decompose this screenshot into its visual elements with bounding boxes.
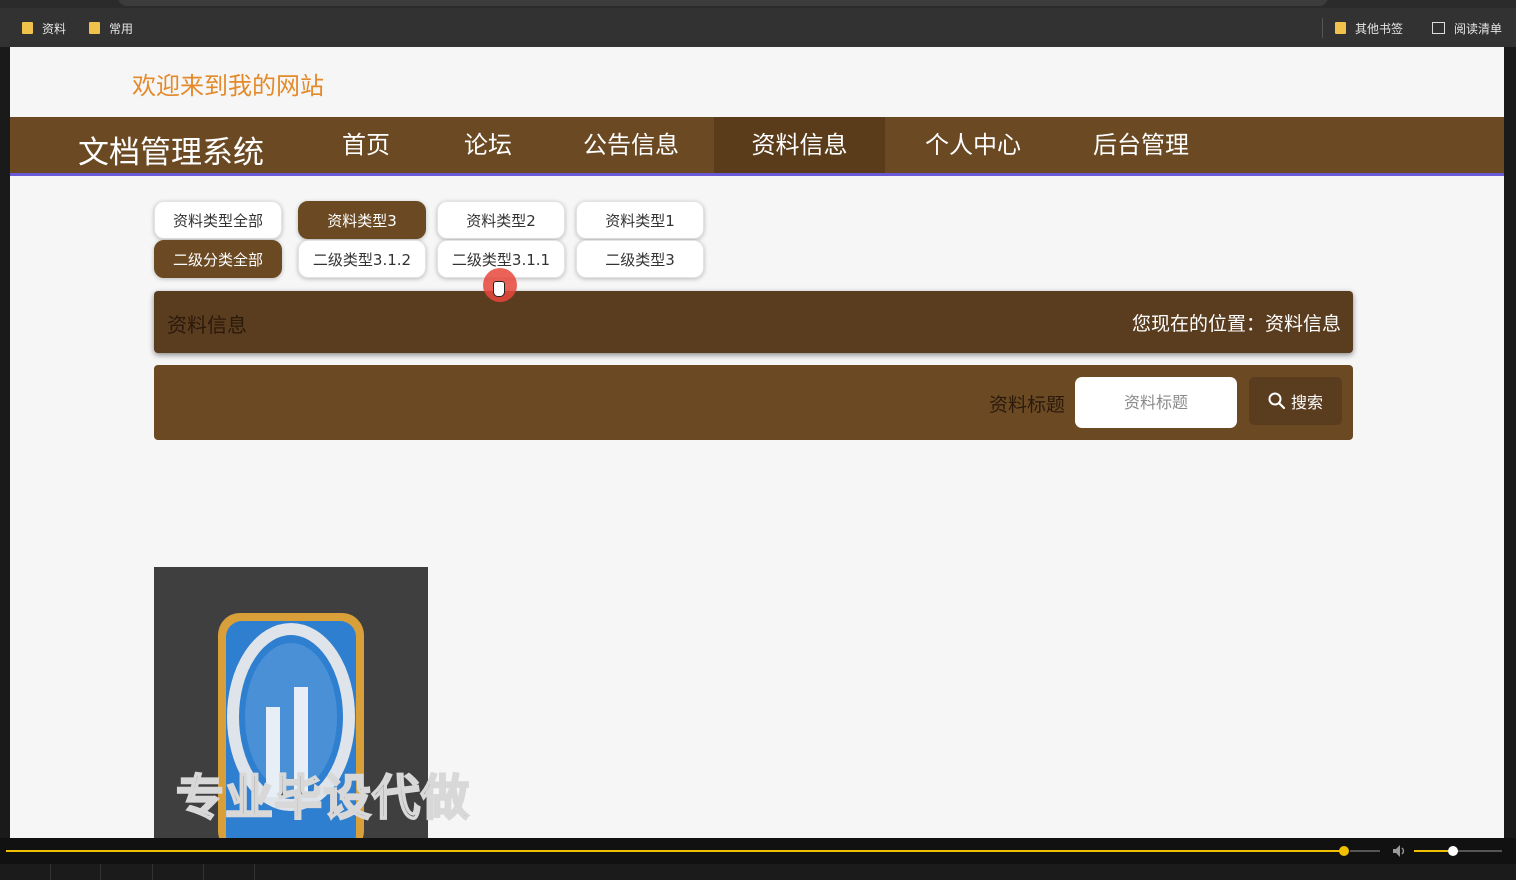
search-icon: [1268, 392, 1286, 410]
hand-cursor-icon: [493, 281, 505, 297]
progress-handle[interactable]: [1339, 846, 1349, 856]
bookmark-other[interactable]: 其他书签: [1335, 19, 1403, 37]
subtype-tag-3[interactable]: 二级类型3: [576, 240, 704, 278]
folder-icon: [22, 22, 33, 34]
bookmark-ziliao[interactable]: 资料: [22, 19, 66, 37]
bookmark-label: 阅读清单: [1454, 21, 1503, 36]
main-nav: 文档管理系统 首页 论坛 公告信息 资料信息 个人中心 后台管理: [10, 117, 1504, 176]
volume-handle[interactable]: [1448, 846, 1458, 856]
bookmark-bar: 资料 常用 其他书签 阅读清单: [0, 8, 1516, 47]
strip-divider: [254, 864, 255, 880]
nav-home[interactable]: 首页: [318, 117, 414, 173]
type-tag-1[interactable]: 资料类型1: [576, 201, 704, 239]
bookmark-label: 常用: [109, 21, 134, 36]
strip-divider: [203, 864, 204, 880]
type-tag-3[interactable]: 资料类型3: [298, 201, 426, 239]
search-panel: 资料标题 搜索: [154, 365, 1353, 440]
subtype-tag-all[interactable]: 二级分类全部: [154, 240, 282, 278]
search-button-label: 搜索: [1290, 393, 1323, 412]
nav-notices[interactable]: 公告信息: [558, 117, 704, 173]
type-tag-all[interactable]: 资料类型全部: [154, 201, 282, 239]
progress-bar[interactable]: [6, 850, 1344, 852]
strip-divider: [50, 864, 51, 880]
bookmark-divider: [1322, 18, 1323, 38]
nav-forum[interactable]: 论坛: [440, 117, 536, 173]
reading-list[interactable]: 阅读清单: [1432, 19, 1502, 37]
reading-list-icon: [1432, 22, 1445, 34]
section-header: 资料信息 您现在的位置：资料信息: [154, 291, 1353, 353]
watermark-text: 专业毕设代做: [175, 769, 471, 827]
address-bar[interactable]: [118, 0, 1328, 6]
bookmark-changyong[interactable]: 常用: [89, 19, 133, 37]
volume-icon[interactable]: [1392, 844, 1408, 858]
browser-titlebar: [0, 0, 1516, 8]
subtype-tag-312[interactable]: 二级类型3.1.2: [298, 240, 426, 278]
search-input[interactable]: [1075, 377, 1237, 428]
taskbar-strip: [0, 864, 1516, 880]
search-button[interactable]: 搜索: [1249, 377, 1342, 425]
nav-profile[interactable]: 个人中心: [900, 117, 1046, 173]
bookmark-label: 其他书签: [1355, 21, 1404, 36]
volume-slider-rest[interactable]: [1456, 850, 1502, 852]
progress-remaining[interactable]: [1350, 850, 1380, 852]
folder-icon: [1335, 22, 1346, 34]
video-player-controls: [0, 838, 1516, 880]
section-title: 资料信息: [167, 313, 247, 337]
strip-divider: [100, 864, 101, 880]
nav-materials[interactable]: 资料信息: [714, 117, 885, 173]
folder-icon: [89, 22, 100, 34]
welcome-text: 欢迎来到我的网站: [132, 72, 324, 100]
strip-divider: [152, 864, 153, 880]
volume-slider[interactable]: [1414, 850, 1452, 852]
type-tag-2[interactable]: 资料类型2: [437, 201, 565, 239]
bookmark-label: 资料: [42, 21, 67, 36]
nav-admin[interactable]: 后台管理: [1068, 117, 1214, 173]
site-brand[interactable]: 文档管理系统: [78, 127, 264, 172]
web-page: 欢迎来到我的网站 文档管理系统 首页 论坛 公告信息 资料信息 个人中心 后台管…: [10, 47, 1504, 838]
breadcrumb: 您现在的位置：资料信息: [1131, 313, 1341, 335]
search-label: 资料标题: [989, 394, 1066, 416]
